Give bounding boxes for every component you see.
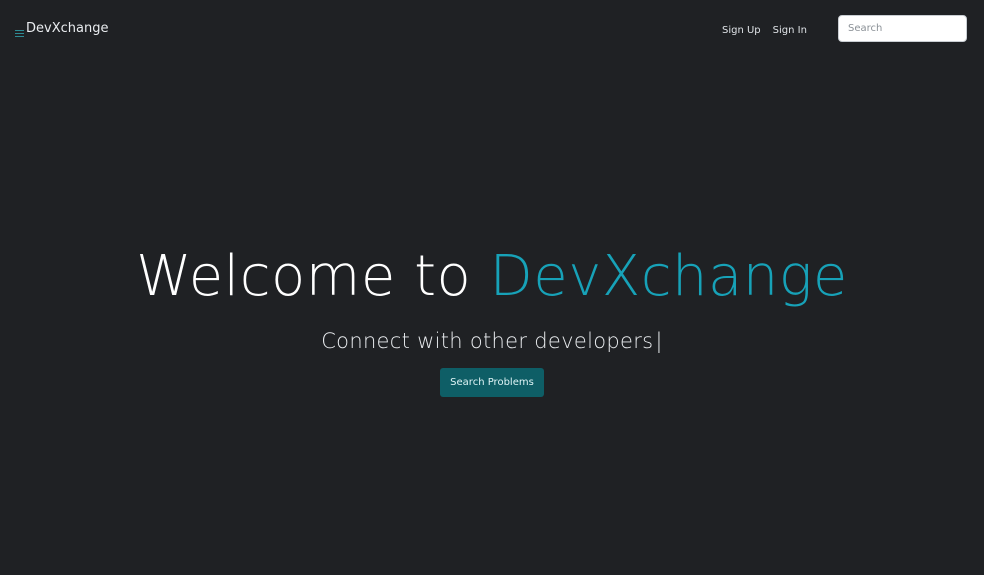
hero-title-accent: DevXchange [489,244,848,309]
brand-name: DevXchange [26,21,109,36]
brand-logo-icon [15,26,24,37]
search-problems-button[interactable]: Search Problems [440,368,544,397]
typing-cursor: | [655,329,663,353]
sign-in-link[interactable]: Sign In [773,25,807,36]
hero-subtitle: Connect with other developers| [0,328,984,354]
navbar: DevXchange Sign Up Sign In [0,0,984,60]
hero-section: Welcome to DevXchange Connect with other… [0,244,984,397]
hero-title-prefix: Welcome to [136,244,472,309]
nav-links: Sign Up Sign In [722,25,807,36]
hero-title: Welcome to DevXchange [0,244,984,310]
page: DevXchange Sign Up Sign In Welcome to De… [0,0,984,575]
brand-link[interactable]: DevXchange [15,21,109,37]
search-input[interactable] [838,15,967,42]
hero-subtitle-text: Connect with other developers [321,329,654,353]
sign-up-link[interactable]: Sign Up [722,25,761,36]
